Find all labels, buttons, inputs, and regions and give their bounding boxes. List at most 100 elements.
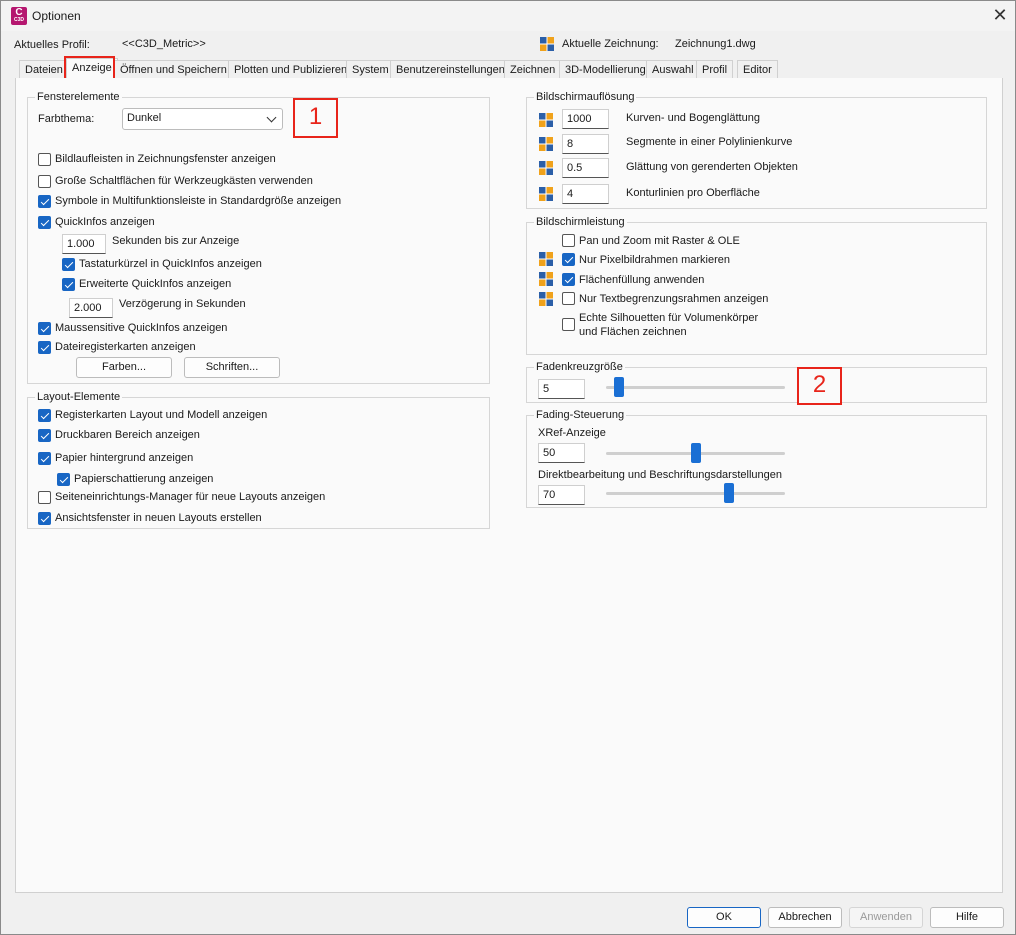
kurvenglaettung-input[interactable]: 1000 xyxy=(562,109,609,129)
checkbox-maussensitive[interactable] xyxy=(38,322,51,335)
options-dialog: C C3D Optionen ✕ Aktuelles Profil: <<C3D_… xyxy=(0,0,1016,935)
farbthema-label: Farbthema: xyxy=(38,113,95,125)
group-title: Layout-Elemente xyxy=(35,391,123,403)
callout-1: 1 xyxy=(293,98,338,138)
checkbox-textbegrenzungsrahmen[interactable] xyxy=(562,292,575,305)
drawing-label: Aktuelle Zeichnung: xyxy=(562,38,659,50)
label-grosse-schaltflaechen: Große Schaltflächen für Werkzeugkästen v… xyxy=(55,175,313,187)
farbthema-select[interactable]: Dunkel xyxy=(122,108,283,130)
help-button[interactable]: Hilfe xyxy=(930,907,1004,928)
konturlinien-input[interactable]: 4 xyxy=(562,184,609,204)
tab-profil[interactable]: Profil xyxy=(696,60,734,78)
checkbox-pan-zoom[interactable] xyxy=(562,234,575,247)
checkbox-papierschattierung[interactable] xyxy=(57,473,70,486)
checkbox-ansichtsfenster[interactable] xyxy=(38,512,51,525)
group-title: Fading-Steuerung xyxy=(534,409,627,421)
xref-input[interactable]: 50 xyxy=(538,443,585,463)
drawing-file-icon xyxy=(539,161,553,175)
label-echte-silhouetten-1: Echte Silhouetten für Volumenkörper xyxy=(579,312,759,324)
polylinienkurve-input[interactable]: 8 xyxy=(562,134,609,154)
checkbox-echte-silhouetten[interactable] xyxy=(562,318,575,331)
tab-3d-modellierung[interactable]: 3D-Modellierung xyxy=(559,60,652,78)
label-papierhintergrund: Papier hintergrund anzeigen xyxy=(55,452,194,464)
label-flaechenfuellung: Flächenfüllung anwenden xyxy=(579,274,705,286)
drawing-file-icon xyxy=(539,292,553,306)
tab-zeichnen[interactable]: Zeichnen xyxy=(504,60,562,78)
checkbox-dateiregisterkarten[interactable] xyxy=(38,341,51,354)
sekunden-input[interactable]: 1.000 xyxy=(62,234,106,254)
label-pan-zoom: Pan und Zoom mit Raster & OLE xyxy=(579,235,740,247)
label-papierschattierung: Papierschattierung anzeigen xyxy=(74,473,214,485)
group-title: Bildschirmleistung xyxy=(534,216,627,228)
chevron-down-icon xyxy=(266,112,277,123)
drawing-value: Zeichnung1.dwg xyxy=(675,38,756,50)
gerenderte-objekte-label: Glättung von gerenderten Objekten xyxy=(626,161,798,173)
checkbox-pixelbildrahmen[interactable] xyxy=(562,253,575,266)
tab-plotten[interactable]: Plotten und Publizieren xyxy=(228,60,354,78)
group-title: Fensterelemente xyxy=(35,91,122,103)
cancel-button[interactable]: Abbrechen xyxy=(768,907,842,928)
direktbearbeitung-slider-thumb[interactable] xyxy=(724,483,735,503)
konturlinien-label: Konturlinien pro Oberfläche xyxy=(626,187,760,199)
checkbox-druckbaren-bereich[interactable] xyxy=(38,429,51,442)
close-icon[interactable]: ✕ xyxy=(989,5,1011,27)
label-textbegrenzungsrahmen: Nur Textbegrenzungsrahmen anzeigen xyxy=(579,293,769,305)
direktbearbeitung-slider-track[interactable] xyxy=(606,492,785,495)
gerenderte-objekte-input[interactable]: 0.5 xyxy=(562,158,609,178)
title-bar: C C3D Optionen ✕ xyxy=(1,1,1015,31)
xref-label: XRef-Anzeige xyxy=(538,427,606,439)
sekunden-label: Sekunden bis zur Anzeige xyxy=(112,235,240,247)
profile-value: <<C3D_Metric>> xyxy=(122,38,206,50)
fadenkreuz-slider-thumb[interactable] xyxy=(614,377,625,397)
drawing-file-icon xyxy=(539,113,553,127)
checkbox-papierhintergrund[interactable] xyxy=(38,452,51,465)
callout-2: 2 xyxy=(797,367,842,405)
verzoegerung-input[interactable]: 2.000 xyxy=(69,298,113,318)
group-title: Fadenkreuzgröße xyxy=(534,361,625,373)
checkbox-seiteneinrichtungs-manager[interactable] xyxy=(38,491,51,504)
label-erweiterte-quickinfos: Erweiterte QuickInfos anzeigen xyxy=(79,278,232,290)
window-title: Optionen xyxy=(32,9,81,23)
checkbox-grosse-schaltflaechen[interactable] xyxy=(38,175,51,188)
tab-oeffnen-speichern[interactable]: Öffnen und Speichern xyxy=(114,60,233,78)
polylinienkurve-label: Segmente in einer Polylinienkurve xyxy=(626,136,793,148)
checkbox-symbole-standardgroesse[interactable] xyxy=(38,195,51,208)
checkbox-bildlaufleisten[interactable] xyxy=(38,153,51,166)
xref-slider-thumb[interactable] xyxy=(690,443,701,463)
ok-button[interactable]: OK xyxy=(687,907,761,928)
checkbox-tastaturkuerzel[interactable] xyxy=(62,258,75,271)
tab-editor[interactable]: Editor xyxy=(737,60,778,78)
schriften-button[interactable]: Schriften... xyxy=(184,357,280,378)
tab-benutzereinstellungen[interactable]: Benutzereinstellungen xyxy=(390,60,511,78)
fadenkreuz-input[interactable]: 5 xyxy=(538,379,585,399)
label-pixelbildrahmen: Nur Pixelbildrahmen markieren xyxy=(579,254,731,266)
fadenkreuz-slider-track[interactable] xyxy=(606,386,785,389)
checkbox-quickinfos[interactable] xyxy=(38,216,51,229)
label-quickinfos: QuickInfos anzeigen xyxy=(55,216,155,228)
label-ansichtsfenster: Ansichtsfenster in neuen Layouts erstell… xyxy=(55,512,262,524)
farbthema-value: Dunkel xyxy=(127,112,162,124)
label-tastaturkuerzel: Tastaturkürzel in QuickInfos anzeigen xyxy=(79,258,262,270)
drawing-file-icon xyxy=(539,272,553,286)
direktbearbeitung-input[interactable]: 70 xyxy=(538,485,585,505)
kurvenglaettung-label: Kurven- und Bogenglättung xyxy=(626,112,760,124)
label-seiteneinrichtungs-manager: Seiteneinrichtungs-Manager für neue Layo… xyxy=(55,491,326,503)
checkbox-registerkarten-layout[interactable] xyxy=(38,409,51,422)
drawing-file-icon xyxy=(540,37,554,51)
label-maussensitive: Maussensitive QuickInfos anzeigen xyxy=(55,322,228,334)
label-echte-silhouetten-2: und Flächen zeichnen xyxy=(579,326,687,338)
checkbox-erweiterte-quickinfos[interactable] xyxy=(62,278,75,291)
direktbearbeitung-label: Direktbearbeitung und Beschriftungsdarst… xyxy=(538,469,782,481)
apply-button[interactable]: Anwenden xyxy=(849,907,923,928)
app-icon-sub: C3D xyxy=(13,17,24,23)
drawing-file-icon xyxy=(539,187,553,201)
tab-auswahl[interactable]: Auswahl xyxy=(646,60,700,78)
tab-dateien[interactable]: Dateien xyxy=(19,60,69,78)
label-registerkarten-layout: Registerkarten Layout und Modell anzeige… xyxy=(55,409,268,421)
farben-button[interactable]: Farben... xyxy=(76,357,172,378)
label-bildlaufleisten: Bildlaufleisten in Zeichnungsfenster anz… xyxy=(55,153,276,165)
tab-system[interactable]: System xyxy=(346,60,395,78)
tab-highlight-box xyxy=(64,56,115,80)
group-fadenkreuzgroesse: Fadenkreuzgröße xyxy=(526,361,987,403)
checkbox-flaechenfuellung[interactable] xyxy=(562,273,575,286)
